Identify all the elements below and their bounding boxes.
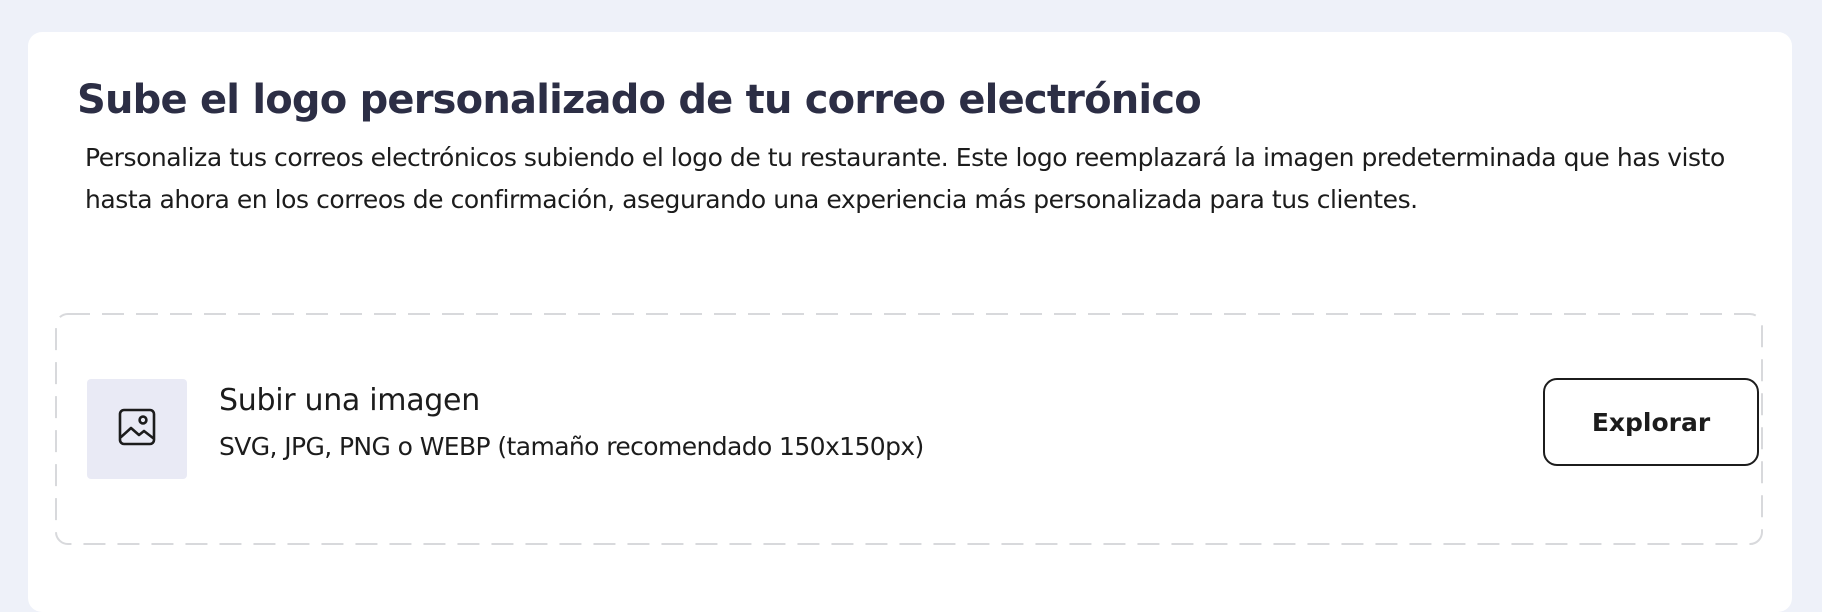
- upload-logo-card: Sube el logo personalizado de tu correo …: [28, 32, 1792, 612]
- image-dropzone[interactable]: Subir una imagen SVG, JPG, PNG o WEBP (t…: [55, 313, 1763, 545]
- image-icon: [117, 407, 157, 451]
- description-text: Personaliza tus correos electrónicos sub…: [85, 143, 1725, 214]
- upload-title: Subir una imagen: [219, 383, 480, 418]
- dropzone-dashed-border: [55, 313, 1763, 545]
- image-placeholder-tile: [87, 379, 187, 479]
- browse-button[interactable]: Explorar: [1543, 378, 1759, 466]
- upload-format-hint: SVG, JPG, PNG o WEBP (tamaño recomendado…: [219, 432, 924, 461]
- page-title: Sube el logo personalizado de tu correo …: [77, 77, 1202, 123]
